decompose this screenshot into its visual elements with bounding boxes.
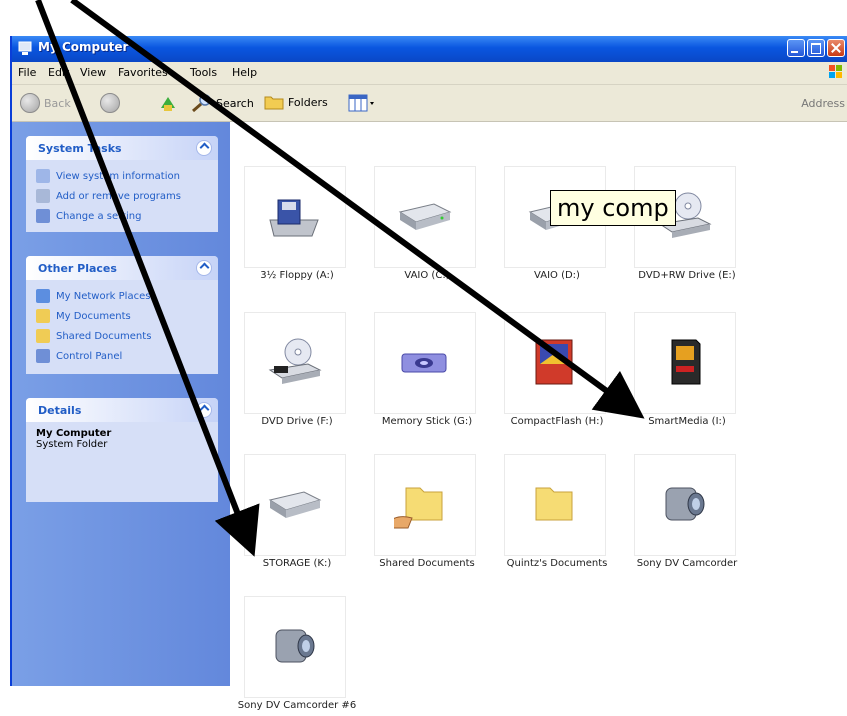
up-folder-button[interactable] [158, 93, 178, 113]
floppy-drive-icon [269, 199, 319, 237]
details-box: Details My Computer System Folder [26, 398, 218, 502]
other-places-box: Other Places My Network Places My Docume… [26, 256, 218, 374]
task-view-system-info[interactable]: View system information [36, 166, 210, 186]
back-button[interactable]: Back [20, 93, 71, 113]
menu-tools[interactable]: Tools [190, 66, 217, 79]
collapse-icon[interactable] [196, 260, 212, 276]
device-sony-dv-camcorder[interactable]: Sony DV Camcorder [620, 454, 740, 574]
details-header[interactable]: Details [26, 398, 218, 422]
collapse-icon[interactable] [196, 402, 212, 418]
task-add-remove-programs[interactable]: Add or remove programs [36, 186, 210, 206]
folder-shared-documents[interactable]: Shared Documents [360, 454, 480, 574]
folder-quintz-documents[interactable]: Quintz's Documents [490, 454, 610, 574]
other-places-header[interactable]: Other Places [26, 256, 218, 280]
system-info-icon [36, 169, 50, 183]
drive-dvd-rw-e[interactable]: DVD+RW Drive (E:) [620, 166, 740, 286]
views-button[interactable] [348, 93, 376, 113]
my-documents-icon [36, 309, 50, 323]
drive-compactflash-h[interactable]: CompactFlash (H:) [490, 312, 610, 432]
control-panel-icon [36, 209, 50, 223]
search-button[interactable]: Search [190, 93, 254, 113]
drive-storage-k[interactable]: STORAGE (K:) [230, 454, 350, 574]
windows-logo-icon [829, 65, 842, 78]
menu-file[interactable]: File [18, 66, 36, 79]
task-change-setting[interactable]: Change a setting [36, 206, 210, 226]
my-computer-window: My Computer File Edit View Favorites Too… [10, 36, 847, 711]
camcorder-icon [665, 487, 705, 521]
place-my-documents[interactable]: My Documents [36, 306, 210, 326]
shared-documents-icon [36, 329, 50, 343]
drive-list-view: 3½ Floppy (A:) VAIO (C:) VAIO (D:) DVD+R… [230, 122, 847, 711]
place-my-network-places[interactable]: My Network Places [36, 286, 210, 306]
details-subtitle: System Folder [36, 439, 108, 450]
folder-icon [535, 487, 573, 521]
control-panel-icon [36, 349, 50, 363]
folders-icon [264, 96, 284, 110]
system-tasks-box: System Tasks View system information Add… [26, 136, 218, 232]
address-label: Address [801, 97, 845, 110]
network-places-icon [36, 289, 50, 303]
minimize-button[interactable] [787, 39, 805, 57]
drive-dvd-f[interactable]: DVD Drive (F:) [230, 312, 350, 432]
place-shared-documents[interactable]: Shared Documents [36, 326, 210, 346]
place-control-panel[interactable]: Control Panel [36, 346, 210, 366]
drive-memory-stick-g[interactable]: Memory Stick (G:) [360, 312, 480, 432]
smartmedia-icon [671, 339, 701, 385]
window-title: My Computer [38, 40, 129, 54]
title-bar[interactable]: My Computer [12, 36, 847, 62]
dvd-drive-icon [268, 338, 322, 384]
drive-smartmedia-i[interactable]: SmartMedia (I:) [620, 312, 740, 432]
menu-bar: File Edit View Favorites Tools Help [12, 62, 847, 85]
maximize-button[interactable] [807, 39, 825, 57]
details-name: My Computer [36, 428, 112, 439]
collapse-icon[interactable] [196, 140, 212, 156]
forward-arrow-icon [100, 93, 120, 113]
system-tasks-header[interactable]: System Tasks [26, 136, 218, 160]
hard-drive-icon [398, 203, 452, 230]
annotation-callout: my comp [550, 190, 676, 226]
forward-button[interactable] [100, 93, 120, 113]
device-sony-dv-camcorder-6[interactable]: Sony DV Camcorder #6 [230, 596, 356, 716]
close-button[interactable] [827, 39, 845, 57]
views-icon [348, 94, 374, 112]
hard-drive-icon [268, 491, 322, 518]
folders-button[interactable]: Folders [264, 93, 328, 111]
up-folder-icon [161, 97, 175, 111]
compactflash-icon [535, 339, 573, 385]
task-pane: System Tasks View system information Add… [12, 122, 230, 686]
drive-vaio-c[interactable]: VAIO (C:) [360, 166, 480, 286]
toolbar: Back Search Folders Address [12, 85, 847, 122]
menu-help[interactable]: Help [232, 66, 257, 79]
shared-folder-icon [394, 487, 443, 529]
search-icon [192, 94, 211, 113]
drive-vaio-d[interactable]: VAIO (D:) [490, 166, 610, 286]
menu-edit[interactable]: Edit [48, 66, 69, 79]
menu-view[interactable]: View [80, 66, 106, 79]
memory-stick-icon [401, 353, 447, 373]
back-arrow-icon [20, 93, 40, 113]
camcorder-icon [275, 629, 315, 663]
my-computer-icon [18, 41, 32, 55]
drive-floppy-a[interactable]: 3½ Floppy (A:) [230, 166, 350, 286]
add-remove-programs-icon [36, 189, 50, 203]
menu-favorites[interactable]: Favorites [118, 66, 168, 79]
